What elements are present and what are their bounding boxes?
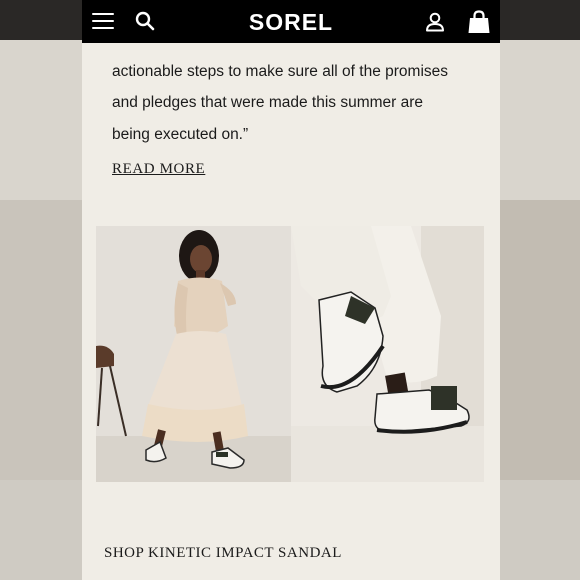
background-right xyxy=(500,0,580,580)
phone-screen: actionable steps to make sure all of the… xyxy=(82,0,500,580)
quote-line: actionable steps to make sure all of the… xyxy=(112,62,449,80)
shop-kinetic-impact-sandal-link[interactable]: SHOP KINETIC IMPACT SANDAL xyxy=(104,545,342,562)
product-photo-sandals[interactable] xyxy=(291,226,484,482)
quote-line: being executed on.” xyxy=(112,125,249,143)
quote-line: and pledges that were made this summer a… xyxy=(112,94,424,111)
read-more-link[interactable]: READ MORE xyxy=(112,161,205,178)
product-photo-model[interactable] xyxy=(96,226,291,482)
background-left xyxy=(0,0,82,580)
user-account-icon[interactable] xyxy=(424,11,446,33)
top-navigation-bar: SOREL xyxy=(82,0,500,43)
shopping-bag-icon[interactable] xyxy=(466,9,492,35)
